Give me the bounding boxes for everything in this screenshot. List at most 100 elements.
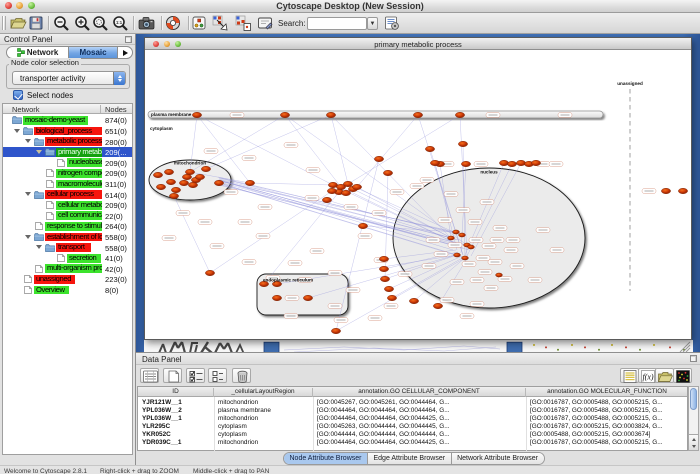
tree-row-multi-organism-pro[interactable]: multi-organism pro42(0) [3, 263, 132, 274]
network-node[interactable] [499, 160, 508, 165]
table-cell[interactable]: YPL036W__1 [138, 415, 214, 422]
tab-network-attribute-browser[interactable]: Network Attribute Browser [452, 453, 544, 464]
tab-node-attribute-browser[interactable]: Node Attribute Browser [284, 453, 368, 464]
toolbar-drag-handle[interactable] [2, 16, 6, 30]
network-node[interactable] [164, 169, 173, 174]
search-dropdown-icon[interactable]: ▼ [367, 17, 378, 30]
table-column-header[interactable]: _cellularLayoutRegion [214, 388, 313, 397]
network-node[interactable] [171, 187, 180, 192]
search-settings-icon[interactable] [384, 15, 401, 32]
table-cell[interactable]: [GO:0016787, GO:0005488, GO:0005215, G..… [526, 439, 689, 446]
tree-expand-icon[interactable] [36, 150, 42, 154]
table-column-header[interactable]: annotation.GO CELLULAR_COMPONENT [313, 388, 526, 397]
table-cell[interactable]: [GO:0044464, GO:0044464, GO:0044425, G..… [313, 439, 526, 446]
network-node[interactable] [169, 193, 178, 198]
network-node[interactable] [384, 286, 393, 291]
table-row-yjr121w__1[interactable]: YJR121W__1mitochondrion[GO:0045267, GO:0… [138, 398, 687, 406]
network-node[interactable] [455, 112, 464, 117]
network-window-titlebar[interactable]: primary metabolic process [145, 38, 691, 50]
table-vertical-scrollbar[interactable] [688, 386, 699, 451]
network-node[interactable] [383, 170, 392, 175]
tree-row-transport[interactable]: transport558(0) [3, 242, 132, 253]
snapshot-icon[interactable] [138, 15, 155, 32]
network-node[interactable] [454, 253, 461, 257]
network-node[interactable] [192, 112, 201, 117]
network-node[interactable] [322, 197, 331, 202]
tree-row-establishment-of-lo[interactable]: establishment of lo558(0) [3, 232, 132, 243]
unselect-attributes-icon[interactable] [208, 368, 227, 383]
network-node[interactable] [153, 172, 162, 177]
help-icon[interactable] [165, 15, 182, 32]
network-edge[interactable] [250, 183, 333, 185]
network-node[interactable] [531, 160, 540, 165]
plasma-membrane-compartment[interactable] [148, 111, 603, 118]
network-node[interactable] [156, 184, 165, 189]
table-cell[interactable]: YJR121W__1 [138, 399, 214, 406]
table-cell[interactable]: [GO:0016787, GO:0005215, GO:0003824, G..… [526, 423, 689, 430]
tree-expand-icon[interactable] [14, 129, 20, 133]
open-session-icon[interactable] [10, 15, 27, 32]
table-row-ylr295c[interactable]: YLR295Ccytoplasm[GO:0045263, GO:0044444,… [138, 422, 687, 430]
tree-row-overview[interactable]: Overview8(0) [3, 285, 132, 296]
network-node[interactable] [430, 160, 439, 165]
background-windows-strip[interactable] [144, 340, 693, 352]
network-node[interactable] [459, 233, 466, 237]
network-node[interactable] [453, 230, 460, 234]
tree-row-metabolic-process[interactable]: metabolic process280(0) [3, 136, 132, 147]
network-node[interactable] [413, 112, 422, 117]
tree-row-secretion[interactable]: secretion41(0) [3, 253, 132, 264]
table-cell[interactable]: YDR039C__1 [138, 439, 214, 446]
tree-row-primary-metabo[interactable]: primary metabo209(... [3, 147, 132, 158]
scrollbar-arrows-icon[interactable] [689, 434, 698, 450]
float-panel-icon[interactable] [125, 36, 132, 43]
network-edge[interactable] [210, 191, 332, 273]
tree-expand-icon[interactable] [25, 235, 31, 239]
network-node[interactable] [185, 169, 194, 174]
table-row-ykr052c[interactable]: YKR052Ccytoplasm[GO:0044444, GO:0044444,… [138, 430, 687, 438]
network-node[interactable] [661, 188, 670, 193]
tree-row-nitrogen-compo[interactable]: nitrogen compo209(0) [3, 168, 132, 179]
table-row-ypl036w__2[interactable]: YPL036W__2plasma membrane[GO:0044464, GO… [138, 406, 687, 414]
zoom-actual-icon[interactable]: 1:1 [112, 15, 129, 32]
save-session-icon[interactable] [28, 15, 45, 32]
network-node[interactable] [448, 236, 455, 240]
tree-row-cellular-metabol[interactable]: cellular metabol209(0) [3, 200, 132, 211]
tree-row-mosaic-demo-yeast[interactable]: mosaic-demo-yeast874(0) [3, 115, 132, 126]
network-node[interactable] [341, 190, 350, 195]
table-cell[interactable]: [GO:0044464, GO:0044464, GO:0044464, G..… [313, 407, 526, 414]
table-cell[interactable]: [GO:0016787, GO:0005488, GO:0005215, G..… [526, 415, 689, 422]
scrollbar-thumb[interactable] [690, 388, 697, 410]
network-node[interactable] [272, 295, 281, 300]
new-attribute-icon[interactable] [163, 368, 182, 383]
network-node[interactable] [188, 182, 197, 187]
table-cell[interactable]: cytoplasm [214, 423, 313, 430]
network-node[interactable] [201, 166, 210, 171]
network-canvas[interactable]: plasma membranecytoplasmmitochondrionnuc… [145, 50, 691, 339]
network-edge[interactable] [264, 192, 339, 284]
table-cell[interactable]: YLR295C [138, 423, 214, 430]
network-node[interactable] [496, 273, 503, 277]
network-node[interactable] [214, 180, 223, 185]
attribute-select-icon[interactable] [140, 368, 159, 383]
table-cell[interactable]: [GO:0016787, GO:0005488, GO:0005215, G..… [526, 399, 689, 406]
layout-b-icon[interactable] [235, 15, 252, 32]
network-node[interactable] [516, 160, 525, 165]
network-node[interactable] [331, 328, 340, 333]
network-node[interactable] [327, 188, 336, 193]
tree-row-macromolecule[interactable]: macromolecule311(0) [3, 179, 132, 190]
import-attributes-icon[interactable] [655, 368, 674, 383]
graphics-detail-icon[interactable] [191, 15, 208, 32]
select-attributes-icon[interactable] [186, 368, 205, 383]
table-cell[interactable]: [GO:0045267, GO:0045261, GO:0044464, G..… [313, 399, 526, 406]
tab-mosaic[interactable]: Mosaic [68, 47, 118, 58]
network-node[interactable] [182, 174, 191, 179]
network-node[interactable] [245, 180, 254, 185]
search-input[interactable] [307, 17, 367, 30]
tree-row-nucleobase-[interactable]: nucleobase-209(0) [3, 157, 132, 168]
network-node[interactable] [179, 180, 188, 185]
tree-expand-icon[interactable] [25, 192, 31, 196]
attribute-list-icon[interactable] [620, 368, 639, 383]
table-column-header[interactable]: ID [138, 388, 214, 397]
network-node[interactable] [507, 161, 516, 166]
network-node[interactable] [352, 184, 361, 189]
